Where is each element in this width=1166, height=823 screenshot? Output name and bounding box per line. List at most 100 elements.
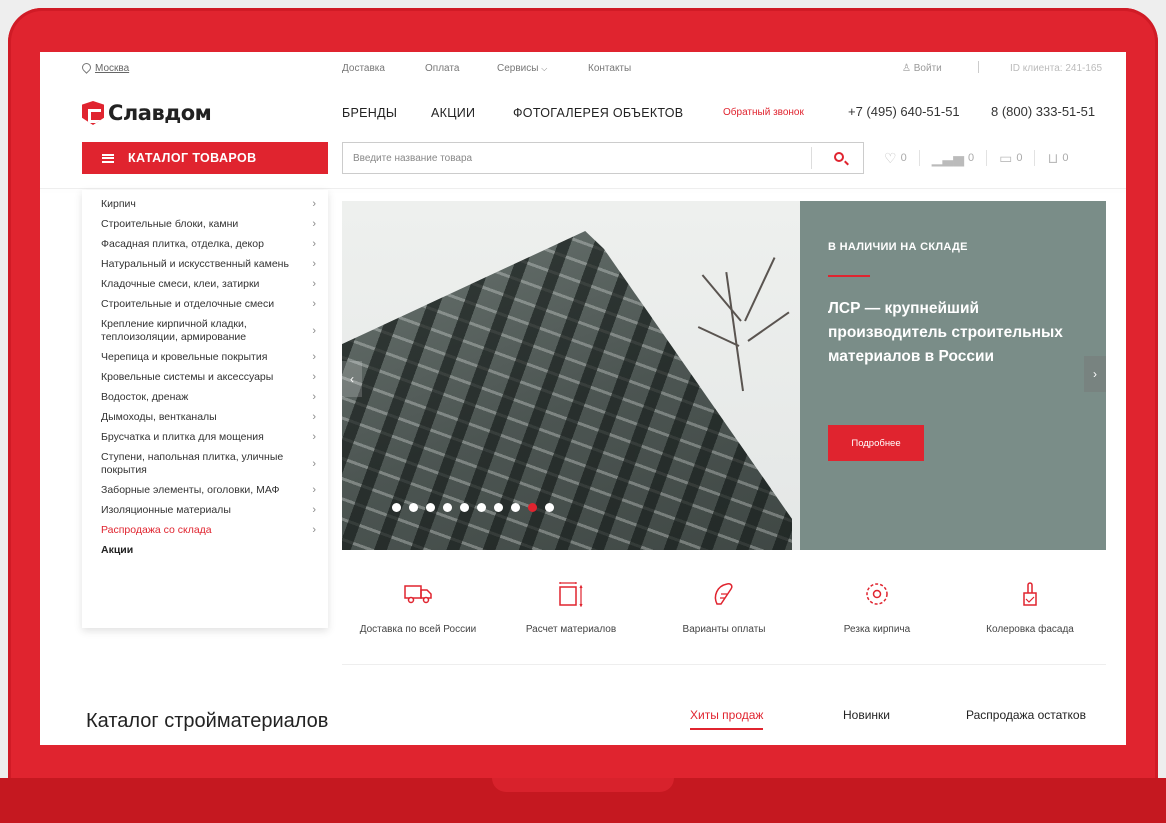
feature-label: Расчет материалов <box>525 624 617 635</box>
sidebar-item-blocks[interactable]: Строительные блоки, камни › <box>82 214 328 234</box>
favorites-counter[interactable]: ♡ 0 <box>872 150 920 166</box>
slider-next-button[interactable]: › <box>1084 356 1106 392</box>
feature-brick-cutting[interactable]: Резка кирпича <box>801 580 953 640</box>
phone-moscow[interactable]: +7 (495) 640-51-51 <box>848 104 960 119</box>
city-label: Москва <box>95 63 130 74</box>
slider-dot[interactable] <box>392 503 401 512</box>
sidebar-item-paving[interactable]: Брусчатка и плитка для мощения › <box>82 427 328 447</box>
chevron-right-icon: › <box>312 351 316 363</box>
location-pin-icon <box>80 61 93 74</box>
slider-dot[interactable] <box>494 503 503 512</box>
feature-label: Колеровка фасада <box>986 624 1074 635</box>
feature-delivery[interactable]: Доставка по всей России <box>342 580 494 640</box>
chevron-right-icon: › <box>312 371 316 383</box>
compare-counter[interactable]: ▁▃▅ 0 <box>920 150 988 166</box>
nav-brands[interactable]: БРЕНДЫ <box>342 106 397 120</box>
header-divider <box>40 188 1126 189</box>
slider-dots <box>392 503 562 512</box>
sidebar-item-promotions[interactable]: Акции <box>82 540 328 560</box>
toplink-payment[interactable]: Оплата <box>425 63 459 74</box>
slider-dot[interactable] <box>409 503 418 512</box>
slider-dot-active[interactable] <box>528 503 537 512</box>
nav-promotions[interactable]: АКЦИИ <box>431 106 475 120</box>
tab-clearance[interactable]: Распродажа остатков <box>966 708 1086 728</box>
wallet-counter[interactable]: ▭ 0 <box>987 150 1036 166</box>
chevron-right-icon: › <box>312 457 316 470</box>
callback-link[interactable]: Обратный звонок <box>723 107 804 118</box>
chevron-right-icon: › <box>312 258 316 270</box>
sidebar-item-sale[interactable]: Распродажа со склада › <box>82 520 328 540</box>
sidebar-item-label: Брусчатка и плитка для мощения <box>101 430 264 443</box>
compare-icon: ▁▃▅ <box>931 150 964 166</box>
search-icon <box>834 152 844 162</box>
slide-kicker: В НАЛИЧИИ НА СКЛАДЕ <box>828 241 968 253</box>
sidebar-item-label: Ступени, напольная плитка, уличные покры… <box>101 450 284 476</box>
sidebar-item-mixes[interactable]: Строительные и отделочные смеси › <box>82 294 328 314</box>
wallet-icon: ▭ <box>999 150 1013 166</box>
sidebar-item-label: Крепление кирпичной кладки, теплоизоляци… <box>101 317 247 343</box>
compare-count: 0 <box>968 152 975 164</box>
heart-icon: ♡ <box>884 150 897 166</box>
wallet-count: 0 <box>1016 152 1023 164</box>
sidebar-item-label: Строительные блоки, камни <box>101 217 239 230</box>
chevron-right-icon: › <box>312 391 316 403</box>
sidebar-item-label: Кровельные системы и аксессуары <box>101 370 274 383</box>
toplink-delivery[interactable]: Доставка <box>342 63 385 74</box>
catalog-button[interactable]: КАТАЛОГ ТОВАРОВ <box>82 142 328 174</box>
sidebar-item-label: Заборные элементы, оголовки, МАФ <box>101 483 280 496</box>
feature-coloring[interactable]: Колеровка фасада <box>954 580 1106 640</box>
sidebar-item-label: Фасадная плитка, отделка, декор <box>101 237 264 250</box>
sidebar-item-label: Строительные и отделочные смеси <box>101 297 275 310</box>
sidebar-item-brick[interactable]: Кирпич › <box>82 194 328 214</box>
slider-dot[interactable] <box>460 503 469 512</box>
cart-counter[interactable]: ⊔ 0 <box>1035 150 1080 166</box>
slider-dot[interactable] <box>426 503 435 512</box>
sidebar-item-drainage[interactable]: Водосток, дренаж › <box>82 387 328 407</box>
sidebar-item-roof-systems[interactable]: Кровельные системы и аксессуары › <box>82 367 328 387</box>
chevron-left-icon: ‹ <box>350 372 354 386</box>
building-photo <box>342 201 800 550</box>
paint-icon <box>954 580 1106 608</box>
client-id: ID клиента: 241-165 <box>1010 63 1103 74</box>
laptop-notch <box>492 778 674 792</box>
cart-count: 0 <box>1062 152 1069 164</box>
chevron-right-icon: › <box>312 484 316 496</box>
search-button[interactable] <box>825 148 855 170</box>
search-box <box>342 142 864 174</box>
toplink-contacts[interactable]: Контакты <box>588 63 631 74</box>
slider-dot[interactable] <box>511 503 520 512</box>
sidebar-item-mortar[interactable]: Кладочные смеси, клеи, затирки › <box>82 274 328 294</box>
calculator-icon <box>495 580 647 608</box>
sidebar-item-fences[interactable]: Заборные элементы, оголовки, МАФ › <box>82 480 328 500</box>
feature-payment[interactable]: Варианты оплаты <box>648 580 800 640</box>
sidebar-item-stone[interactable]: Натуральный и искусственный камень › <box>82 254 328 274</box>
tab-bestsellers[interactable]: Хиты продаж <box>690 708 764 730</box>
wallet-icon <box>648 580 800 608</box>
nav-gallery[interactable]: ФОТОГАЛЕРЕЯ ОБЪЕКТОВ <box>513 106 683 120</box>
search-input[interactable] <box>343 143 803 173</box>
tab-new[interactable]: Новинки <box>843 708 890 728</box>
user-icon: ♙ <box>902 63 911 74</box>
slider-dot[interactable] <box>477 503 486 512</box>
feature-calculation[interactable]: Расчет материалов <box>495 580 647 640</box>
logo-text: Славдом <box>108 101 212 125</box>
sidebar-item-roof-tile[interactable]: Черепица и кровельные покрытия › <box>82 347 328 367</box>
sidebar-item-fastening[interactable]: Крепление кирпичной кладки, теплоизоляци… <box>82 314 328 347</box>
slider-prev-button[interactable]: ‹ <box>342 361 362 397</box>
city-selector[interactable]: Москва <box>80 61 130 74</box>
header-counters: ♡ 0 ▁▃▅ 0 ▭ 0 ⊔ 0 <box>872 150 1081 166</box>
slider-dot[interactable] <box>545 503 554 512</box>
sidebar-item-facade-tile[interactable]: Фасадная плитка, отделка, декор › <box>82 234 328 254</box>
phone-russia[interactable]: 8 (800) 333-51-51 <box>991 104 1095 119</box>
laptop-base <box>0 778 1166 823</box>
sidebar-item-steps[interactable]: Ступени, напольная плитка, уличные покры… <box>82 447 328 480</box>
more-button[interactable]: Подробнее <box>828 425 924 461</box>
sidebar-item-label: Изоляционные материалы <box>101 503 231 516</box>
logo[interactable]: Славдом <box>82 98 212 128</box>
toplink-services-label: Сервисы <box>497 63 539 74</box>
login-link[interactable]: ♙ Войти <box>902 63 942 74</box>
sidebar-item-chimneys[interactable]: Дымоходы, вентканалы › <box>82 407 328 427</box>
sidebar-item-insulation[interactable]: Изоляционные материалы › <box>82 500 328 520</box>
slider-dot[interactable] <box>443 503 452 512</box>
toplink-services[interactable]: Сервисы ⌵ <box>497 63 547 74</box>
